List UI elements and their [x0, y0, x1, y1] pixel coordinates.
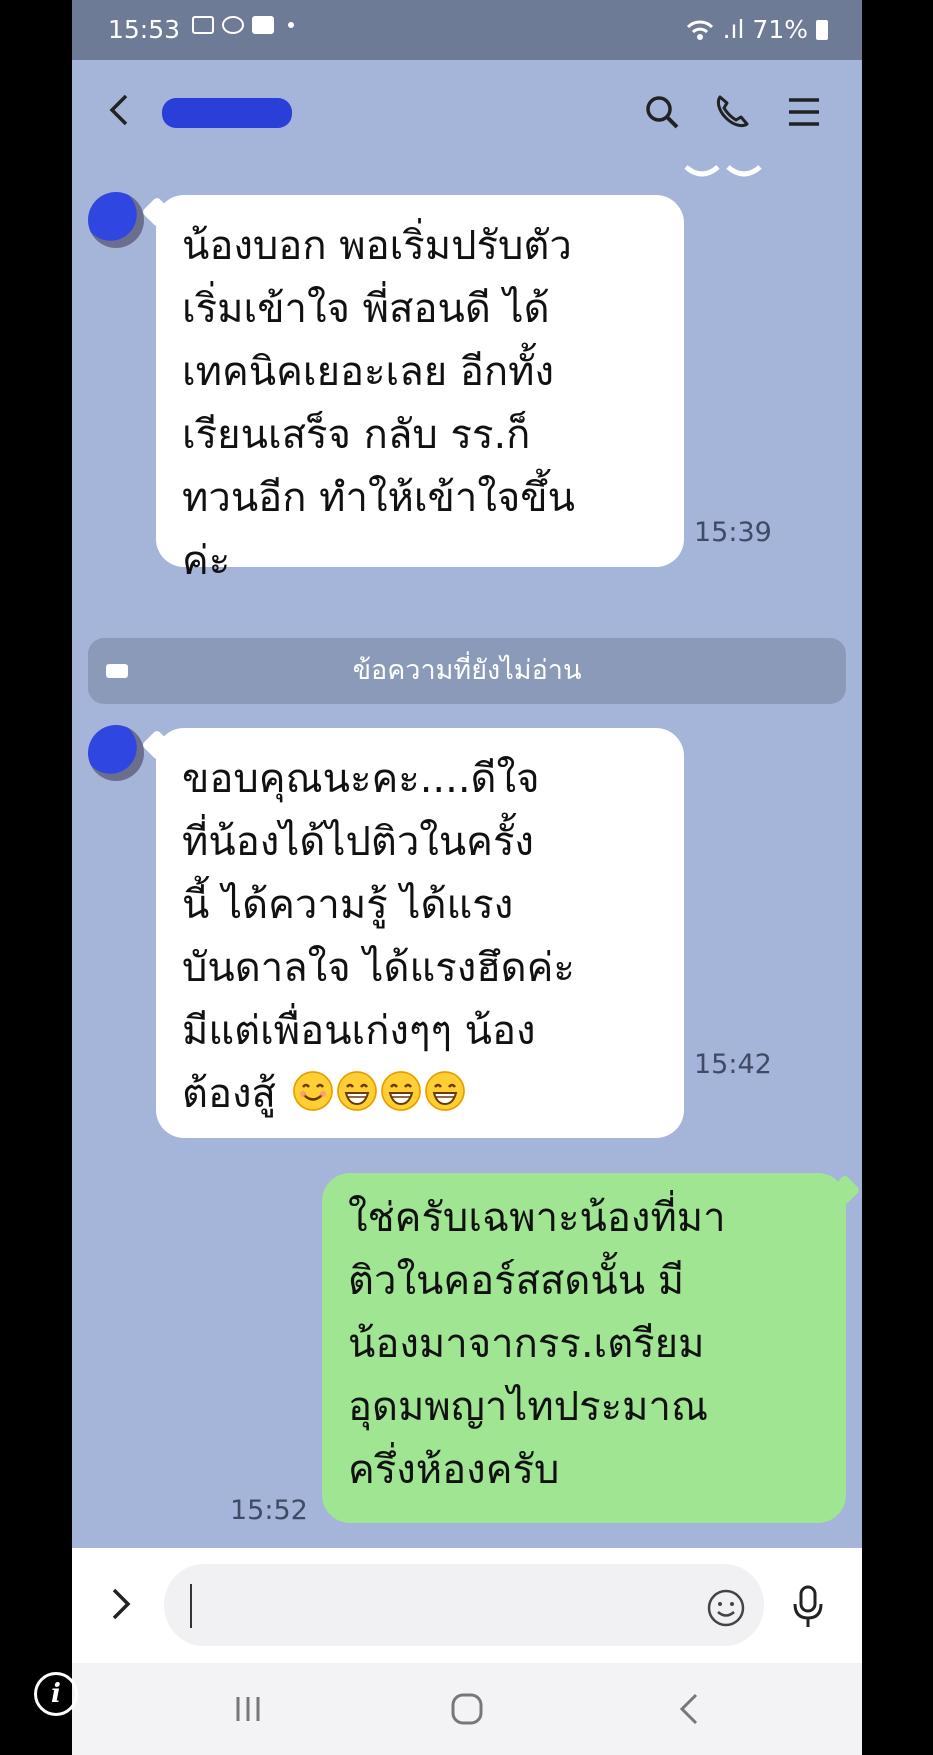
outgoing-message[interactable]: ใช่ครับเฉพาะน้องที่มา ติวในคอร์สสดนั้น ม… — [322, 1173, 846, 1523]
battery-percent: 71% — [752, 15, 808, 44]
message-time: 15:42 — [694, 1049, 772, 1080]
text-caret — [190, 1584, 192, 1628]
message-line: อุดมพญาไทประมาณ — [348, 1384, 709, 1430]
grinning-face-emoji — [424, 1071, 465, 1111]
status-right: .ıl 71% — [685, 15, 828, 44]
message-line: บันดาลใจ ได้แรงฮึดค่ะ — [182, 945, 575, 991]
notification-icons — [192, 16, 294, 34]
message-line: ขอบคุณนะคะ....ดีใจ — [182, 756, 540, 802]
message-line: นี้ ได้ความรู้ ได้แรง — [182, 882, 514, 928]
expand-chevron-icon[interactable] — [100, 1584, 140, 1624]
message-line: มีแต่เพื่อนเก่งๆๆ น้อง — [182, 1008, 536, 1054]
smiling-face-emoji — [292, 1071, 333, 1111]
phone-icon[interactable] — [712, 92, 752, 132]
chat-header: yuko — [72, 60, 862, 165]
message-time: 15:52 — [230, 1495, 308, 1526]
wifi-icon — [686, 20, 713, 40]
sticker-partial — [684, 165, 762, 177]
message-line: เทคนิคเยอะเลย อีกทั้ง — [182, 349, 554, 395]
message-time: 15:39 — [694, 517, 772, 548]
system-nav-bar — [72, 1663, 862, 1755]
message-line: ครึ่งห้องครับ — [348, 1447, 560, 1493]
home-icon[interactable] — [447, 1689, 487, 1729]
grinning-face-emoji — [336, 1071, 377, 1111]
incoming-message[interactable]: น้องบอก พอเริ่มปรับตัว เริ่มเข้าใจ พี่สอ… — [156, 195, 684, 584]
message-line: ที่น้องได้ไปติวในครั้ง — [182, 819, 534, 865]
gallery-notification-icon — [192, 16, 214, 34]
youtube-notification-icon — [252, 16, 274, 34]
message-input-bar — [72, 1548, 862, 1663]
chat-notification-icon — [222, 16, 244, 34]
signal-icon: .ıl — [722, 15, 745, 44]
message-line: น้องบอก พอเริ่มปรับตัว — [182, 223, 572, 269]
info-icon[interactable]: i — [34, 1672, 78, 1716]
message-line: เรียนเสร็จ กลับ รร.ก็ — [182, 412, 531, 458]
message-line: เริ่มเข้าใจ พี่สอนดี ได้ — [182, 286, 550, 332]
phone-screen: 15:53 .ıl 71% yuko — [72, 0, 862, 1755]
status-bar: 15:53 .ıl 71% — [72, 0, 862, 60]
message-line: ติวในคอร์สสดนั้น มี — [348, 1258, 685, 1304]
status-time: 15:53 — [108, 15, 181, 44]
avatar[interactable] — [88, 192, 144, 248]
menu-icon[interactable] — [784, 92, 824, 132]
recent-apps-icon[interactable] — [228, 1689, 268, 1729]
message-list[interactable]: น้องบอก พอเริ่มปรับตัว เริ่มเข้าใจ พี่สอ… — [72, 165, 862, 1545]
message-line: ใช่ครับเฉพาะน้องที่มา — [348, 1195, 726, 1241]
message-line: ต้องสู้ — [182, 1071, 276, 1117]
back-chevron-icon[interactable] — [100, 90, 140, 130]
grinning-face-emoji — [380, 1071, 421, 1111]
message-line: น้องมาจากรร.เตรียม — [348, 1321, 705, 1367]
avatar[interactable] — [88, 725, 144, 781]
message-input[interactable] — [164, 1564, 764, 1646]
incoming-message[interactable]: ขอบคุณนะคะ....ดีใจ ที่น้องได้ไปติวในครั้… — [156, 728, 684, 1138]
microphone-icon[interactable] — [788, 1584, 828, 1630]
battery-icon — [816, 19, 828, 40]
unread-tag-icon — [106, 664, 128, 678]
back-icon[interactable] — [670, 1689, 710, 1729]
message-line: ค่ะ — [182, 538, 231, 584]
message-line: ทวนอีก ทำให้เข้าใจขึ้น — [182, 475, 575, 521]
emoji-icon[interactable] — [706, 1588, 746, 1628]
unread-divider: ข้อความที่ยังไม่อ่าน — [88, 638, 846, 704]
search-icon[interactable] — [642, 92, 682, 132]
contact-name[interactable]: yuko — [162, 98, 292, 128]
message-line-with-emoji: ต้องสู้ — [182, 1063, 660, 1126]
more-notifications-icon — [288, 22, 294, 28]
unread-label: ข้อความที่ยังไม่อ่าน — [352, 655, 582, 686]
